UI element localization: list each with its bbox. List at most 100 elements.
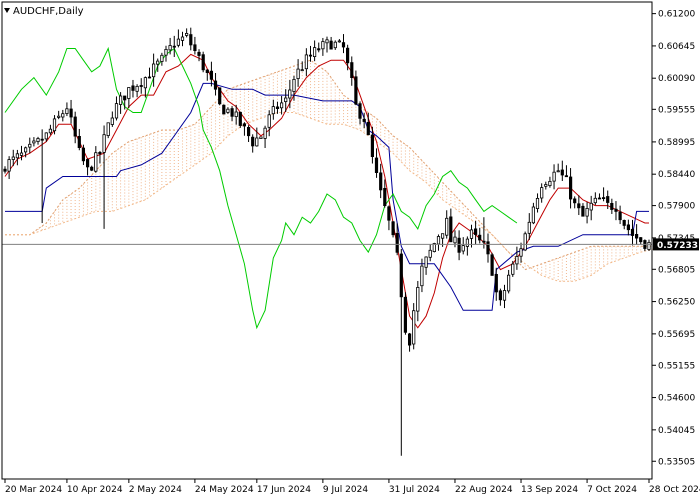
candle-body: [156, 60, 160, 65]
candle-body: [201, 54, 205, 71]
candle-body: [123, 95, 127, 101]
candle-body: [102, 134, 106, 153]
candle-body: [403, 296, 408, 333]
candle-body: [354, 76, 358, 105]
candle-body: [490, 254, 494, 276]
candle-body: [143, 77, 147, 89]
candle-body: [230, 108, 234, 117]
candle-body: [304, 54, 309, 70]
candle-body: [540, 187, 544, 199]
candle-body: [263, 127, 267, 139]
candle-body: [494, 273, 498, 293]
candle-body: [581, 205, 585, 217]
candle-body: [358, 103, 362, 119]
candle-body: [473, 228, 478, 235]
candle-body: [139, 85, 143, 87]
candle-body: [564, 175, 569, 178]
candle-body: [251, 136, 255, 147]
candle-body: [98, 151, 102, 155]
y-tick-label: 0.59555: [658, 105, 695, 115]
y-tick-label: 0.53505: [658, 457, 695, 467]
candle-body: [238, 111, 242, 126]
x-tick-label: 17 Jun 2024: [257, 485, 311, 495]
candle-body: [147, 76, 152, 79]
candle-body: [593, 197, 597, 204]
current-price-label: 0.57233: [653, 238, 699, 251]
chart-canvas[interactable]: 0.61200 0.60645 0.60090 0.59555 0.58995 0.584…: [0, 0, 700, 500]
candle-body: [176, 38, 180, 46]
candle-body: [515, 256, 519, 265]
y-tick-label: 0.58995: [658, 138, 695, 148]
candle-body: [151, 63, 156, 78]
chart-title[interactable]: AUDCHF,Daily: [4, 6, 84, 17]
candle-body: [36, 138, 40, 142]
candle-body: [65, 108, 69, 115]
candle-body: [577, 203, 581, 209]
candle-body: [11, 156, 15, 160]
candle-body: [312, 47, 317, 57]
candle-body: [242, 123, 246, 127]
candle-body: [180, 36, 185, 41]
candle-body: [399, 253, 403, 298]
candle-body: [482, 240, 486, 243]
candle-body: [308, 54, 313, 57]
y-tick-label: 0.56805: [658, 265, 695, 275]
x-tick-label: 22 Aug 2024: [455, 485, 513, 495]
candle-body: [246, 127, 251, 137]
candle-body: [585, 207, 589, 217]
candle-body: [40, 138, 44, 141]
candle-body: [420, 265, 424, 287]
candle-body: [436, 236, 441, 245]
candle-body: [412, 310, 416, 345]
candle-body: [168, 45, 172, 51]
candle-body: [73, 116, 77, 137]
candle-body: [160, 54, 164, 62]
candle-body: [445, 217, 449, 236]
candle-body: [606, 196, 610, 203]
candle-body: [69, 108, 73, 118]
candle-body: [275, 106, 280, 110]
candle-body: [94, 152, 98, 172]
candle-body: [374, 157, 379, 174]
candle-body: [395, 232, 399, 253]
y-tick-label: 0.55695: [658, 330, 695, 340]
candle-body: [317, 48, 321, 51]
candle-body: [119, 95, 123, 105]
candle-body: [90, 166, 94, 171]
y-tick-label: 0.60645: [658, 42, 695, 52]
candle-body: [457, 237, 461, 253]
candle-body: [370, 134, 375, 158]
candle-body: [321, 41, 325, 50]
candle-body: [61, 113, 65, 118]
x-tick-label: 7 Oct 2024: [587, 485, 637, 495]
candle-body: [267, 114, 271, 128]
candle-body: [350, 62, 354, 78]
candle-body: [44, 132, 48, 140]
candle-body: [502, 290, 507, 301]
candle-body: [271, 106, 275, 115]
candle-body: [234, 111, 238, 117]
candle-body: [428, 249, 432, 258]
candle-body: [28, 143, 32, 148]
candle-body: [32, 140, 36, 144]
candle-body: [630, 228, 635, 236]
candle-body: [172, 45, 176, 48]
candle-body: [523, 233, 527, 251]
candle-body: [407, 333, 412, 346]
candle-body: [597, 197, 602, 200]
candle-body: [222, 104, 226, 115]
candle-body: [164, 49, 168, 56]
candle-body: [602, 197, 606, 200]
candle-body: [639, 237, 643, 243]
candle-body: [366, 122, 370, 136]
candle-body: [329, 40, 333, 50]
candle-body: [23, 147, 28, 153]
candle-body: [440, 233, 445, 239]
candle-body: [189, 34, 193, 46]
candle-body: [589, 202, 593, 211]
y-tick-label: 0.60090: [658, 74, 695, 84]
candle-body: [544, 184, 548, 187]
x-tick-label: 10 Apr 2024: [67, 485, 123, 495]
candle-body: [284, 97, 288, 102]
y-tick-label: 0.58440: [658, 170, 695, 180]
